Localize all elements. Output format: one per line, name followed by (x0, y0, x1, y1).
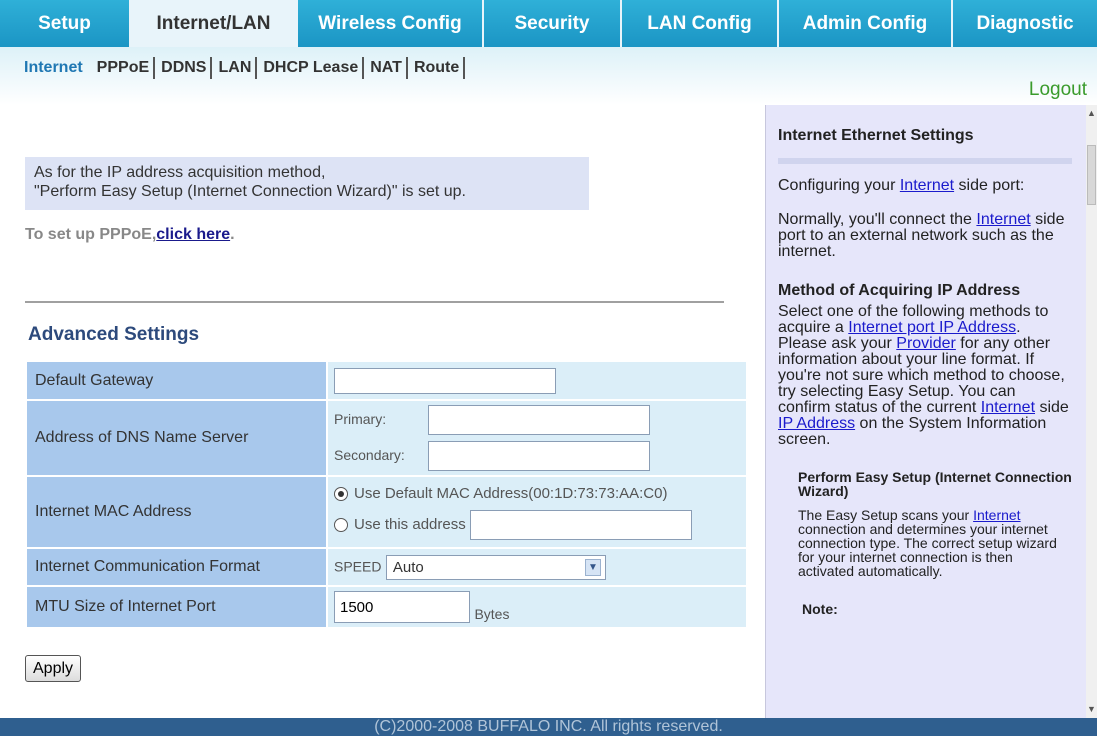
subtab-ddns[interactable]: DDNS (157, 57, 213, 79)
tab-internet-lan[interactable]: Internet/LAN (131, 0, 298, 47)
dns-server-label: Address of DNS Name Server (27, 401, 326, 475)
mac-custom-input[interactable] (469, 509, 692, 540)
tab-diagnostic[interactable]: Diagnostic (953, 0, 1097, 47)
help-easy-setup-title: Perform Easy Setup (Internet Connection … (798, 469, 1072, 499)
mac-custom-option-label: Use this address (354, 515, 466, 533)
help-internet-port-ip-link[interactable]: Internet port IP Address (848, 319, 1016, 336)
subtab-dhcp-lease[interactable]: DHCP Lease (259, 57, 365, 79)
tab-security[interactable]: Security (484, 0, 622, 47)
help-ip-address-link[interactable]: IP Address (778, 415, 855, 432)
sub-nav-bar: Internet PPPoE DDNS LAN DHCP Lease NAT R… (0, 47, 1097, 105)
dns-primary-label: Primary: (334, 411, 387, 428)
main-tab-bar: Setup Internet/LAN Wireless Config Secur… (0, 0, 1097, 47)
notice-line-1: As for the IP address acquisition method… (34, 164, 326, 181)
help-method-title: Method of Acquiring IP Address (778, 282, 1021, 299)
help-paragraph-1: Configuring your Internet side port: (778, 177, 1025, 194)
scroll-up-icon[interactable]: ▲ (1086, 105, 1097, 122)
advanced-settings-title: Advanced Settings (28, 324, 200, 345)
speed-label: SPEED (334, 558, 382, 575)
mtu-unit-label: Bytes (474, 606, 510, 623)
dns-secondary-input[interactable] (428, 441, 650, 471)
speed-select-value: Auto (392, 558, 424, 576)
logout-link[interactable]: Logout (1029, 79, 1087, 101)
subtab-pppoe[interactable]: PPPoE (93, 57, 156, 79)
help-easy-setup-section: Perform Easy Setup (Internet Connection … (778, 470, 1072, 616)
subtab-internet[interactable]: Internet (20, 57, 87, 79)
subtab-nat[interactable]: NAT (366, 57, 408, 79)
tab-setup[interactable]: Setup (0, 0, 131, 47)
tab-lan-config[interactable]: LAN Config (622, 0, 779, 47)
help-scrollbar[interactable]: ▲ ▼ (1086, 105, 1097, 718)
help-internet-link-2[interactable]: Internet (976, 211, 1030, 228)
mac-default-option-label: Use Default MAC Address(00:1D:73:73:AA:C… (354, 484, 668, 502)
dns-primary-input[interactable] (428, 405, 650, 435)
help-easy-setup-paragraph: The Easy Setup scans your Internet conne… (798, 507, 1057, 579)
communication-format-label: Internet Communication Format (27, 549, 326, 585)
section-divider (25, 301, 724, 303)
scroll-down-icon[interactable]: ▼ (1086, 701, 1097, 718)
dns-secondary-label: Secondary: (334, 447, 405, 464)
help-separator (778, 158, 1072, 164)
mac-custom-radio[interactable] (334, 517, 348, 532)
footer-copyright: (C)2000-2008 BUFFALO INC. All rights res… (0, 718, 1097, 736)
help-method-paragraph: Select one of the following methods to a… (778, 303, 1069, 448)
acquisition-method-notice: As for the IP address acquisition method… (25, 157, 589, 210)
help-note-title: Note: (802, 601, 838, 617)
subtab-lan[interactable]: LAN (214, 57, 258, 79)
mtu-size-label: MTU Size of Internet Port (27, 587, 326, 627)
speed-select[interactable]: Auto ▼ (385, 554, 606, 580)
pppoe-click-here-link[interactable]: click here (156, 226, 230, 243)
help-title: Internet Ethernet Settings (778, 127, 974, 144)
mac-address-label: Internet MAC Address (27, 477, 326, 547)
mtu-size-input[interactable] (334, 591, 470, 623)
pppoe-prefix: To set up PPPoE, (25, 226, 157, 243)
pppoe-suffix: . (230, 226, 235, 243)
help-provider-link[interactable]: Provider (896, 335, 956, 352)
subtab-route[interactable]: Route (410, 57, 466, 79)
default-gateway-label: Default Gateway (27, 362, 326, 399)
help-internet-link-3[interactable]: Internet (981, 399, 1035, 416)
tab-admin-config[interactable]: Admin Config (779, 0, 953, 47)
scroll-thumb[interactable] (1087, 145, 1096, 205)
advanced-settings-table: Default Gateway Address of DNS Name Serv… (25, 360, 748, 629)
help-panel: Internet Ethernet Settings Configuring y… (765, 105, 1086, 718)
help-paragraph-2: Normally, you'll connect the Internet si… (778, 211, 1065, 260)
mac-default-radio[interactable] (334, 486, 348, 501)
notice-line-2: "Perform Easy Setup (Internet Connection… (34, 183, 466, 200)
help-internet-link-1[interactable]: Internet (900, 177, 954, 194)
pppoe-setup-line: To set up PPPoE,click here. (25, 226, 235, 244)
tab-wireless-config[interactable]: Wireless Config (298, 0, 484, 47)
default-gateway-input[interactable] (334, 367, 556, 394)
chevron-down-icon: ▼ (584, 558, 601, 576)
apply-button[interactable]: Apply (25, 655, 82, 682)
